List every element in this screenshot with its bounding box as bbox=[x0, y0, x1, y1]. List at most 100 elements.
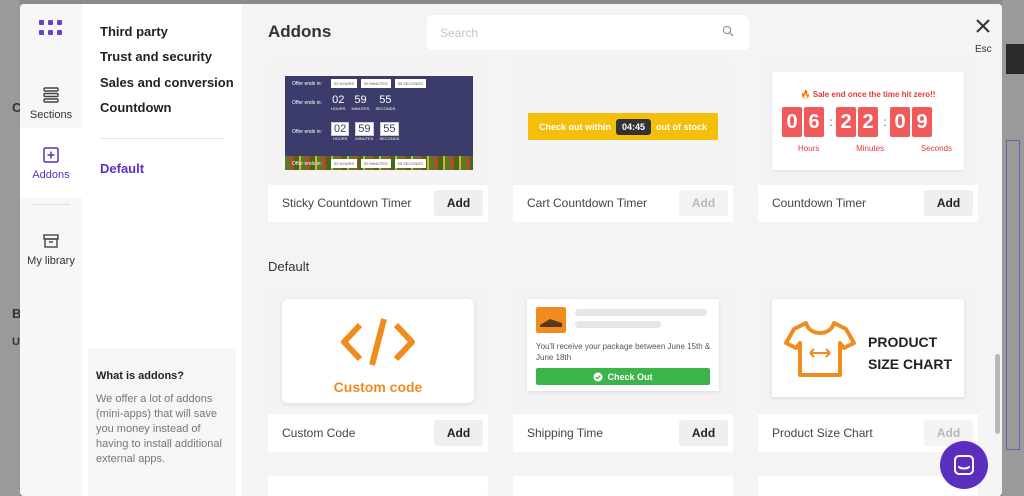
category-panel: Third party Trust and security Sales and… bbox=[82, 4, 242, 496]
category-default[interactable]: Default bbox=[100, 161, 144, 176]
addon-card: 🔥 Sale end once the time hit zero!! 0 6 … bbox=[758, 60, 978, 222]
countdown-preview: 🔥 Sale end once the time hit zero!! 0 6 … bbox=[772, 72, 964, 170]
addon-card bbox=[268, 476, 488, 496]
sticky-chip: 02 HOURS bbox=[331, 159, 358, 168]
checkout-label: Check Out bbox=[607, 371, 653, 382]
add-button[interactable]: Add bbox=[434, 420, 483, 446]
addons-info-box: What is addons? We offer a lot of addons… bbox=[88, 348, 236, 496]
sticky-unit: HOURS bbox=[332, 136, 348, 141]
sticky-chip: 55 SECONDS bbox=[394, 159, 426, 168]
tshirt-icon bbox=[784, 321, 856, 377]
category-sales-and-conversion[interactable]: Sales and conversion bbox=[100, 75, 234, 90]
apps-grid-icon[interactable] bbox=[39, 20, 63, 36]
addons-modal: Sections Addons My library Third party T… bbox=[20, 4, 1002, 496]
category-divider bbox=[100, 138, 224, 139]
background-page-left: C B U bbox=[0, 0, 21, 496]
card-title: Product Size Chart bbox=[772, 426, 873, 440]
card-preview: PRODUCT SIZE CHART bbox=[758, 287, 978, 414]
rail-item-label: My library bbox=[27, 254, 75, 267]
sticky-countdown-preview: Offer ends in: 02 HOURS 59 MINUTES 55 SE… bbox=[285, 76, 473, 170]
size-chart-line: PRODUCT bbox=[868, 334, 938, 350]
sticky-chip: 02 HOURS bbox=[331, 79, 358, 88]
product-thumbnail bbox=[536, 307, 566, 333]
card-preview: Check out within 04:45 out of stock bbox=[513, 60, 733, 185]
countdown-digit: 6 bbox=[804, 107, 824, 137]
checkout-preview-button: Check Out bbox=[536, 368, 710, 385]
rail-item-addons[interactable]: Addons bbox=[20, 128, 82, 198]
addon-card bbox=[513, 476, 733, 496]
countdown-digit: 2 bbox=[858, 107, 878, 137]
section-heading-default: Default bbox=[268, 259, 310, 274]
addon-card: Offer ends in: 02 HOURS 59 MINUTES 55 SE… bbox=[268, 60, 488, 222]
sticky-unit: SECONDS bbox=[375, 106, 396, 111]
category-trust-and-security[interactable]: Trust and security bbox=[100, 49, 212, 64]
addon-card: You'll receive your package between June… bbox=[513, 287, 733, 452]
custom-code-label: Custom code bbox=[333, 379, 423, 395]
card-title: Cart Countdown Timer bbox=[527, 196, 648, 210]
add-button[interactable]: Add bbox=[434, 190, 483, 216]
close-icon[interactable] bbox=[972, 15, 994, 37]
cart-timer-preview: Check out within 04:45 out of stock bbox=[528, 113, 718, 140]
card-title: Countdown Timer bbox=[772, 196, 867, 210]
countdown-digits: 0 6 : 2 2 : 0 9 bbox=[782, 107, 934, 137]
sticky-minutes: 59 bbox=[354, 94, 367, 106]
sticky-seconds: 55 bbox=[379, 94, 392, 106]
background-fragment: U bbox=[12, 336, 20, 348]
sticky-row: Offer ends in: 02 HOURS 59 MINUTES 55 SE… bbox=[285, 79, 473, 88]
info-title: What is addons? bbox=[96, 370, 184, 382]
rail-divider bbox=[32, 204, 70, 205]
chat-button[interactable] bbox=[940, 441, 988, 489]
category-countdown[interactable]: Countdown bbox=[100, 100, 171, 115]
addon-card: PRODUCT SIZE CHART Product Size Chart Ad… bbox=[758, 287, 978, 452]
placeholder-line bbox=[575, 321, 661, 328]
countdown-digit: 2 bbox=[836, 107, 856, 137]
scrollbar-thumb[interactable] bbox=[995, 354, 1000, 434]
sticky-offer-label: Offer ends in: bbox=[292, 99, 322, 106]
category-third-party[interactable]: Third party bbox=[100, 24, 168, 39]
sticky-hours: 02 bbox=[331, 122, 350, 136]
sticky-row: Offer ends in: 02 HOURS 59 MINUTES 55 SECON… bbox=[285, 94, 473, 111]
card-preview: 🔥 Sale end once the time hit zero!! 0 6 … bbox=[758, 60, 978, 185]
rail-item-my-library[interactable]: My library bbox=[20, 214, 82, 284]
search-input[interactable] bbox=[427, 15, 749, 50]
sections-icon bbox=[43, 86, 59, 103]
countdown-headline: 🔥 Sale end once the time hit zero!! bbox=[772, 90, 964, 99]
sticky-seconds: 55 bbox=[379, 122, 400, 136]
countdown-headline-text: Sale end once the time hit zero!! bbox=[812, 90, 936, 99]
background-page-right bbox=[1002, 0, 1024, 496]
addons-icon bbox=[43, 146, 59, 163]
code-brackets-icon bbox=[341, 318, 415, 366]
icon-rail: Sections Addons My library bbox=[20, 4, 82, 496]
card-title: Sticky Countdown Timer bbox=[282, 196, 412, 210]
shipping-time-preview: You'll receive your package between June… bbox=[527, 299, 719, 391]
shipping-text: You'll receive your package between June… bbox=[536, 342, 711, 362]
countdown-units: Hours Minutes Seconds bbox=[782, 144, 958, 153]
sticky-unit: MINUTES bbox=[351, 106, 370, 111]
card-title: Custom Code bbox=[282, 426, 356, 440]
countdown-unit: Hours bbox=[798, 144, 820, 153]
countdown-separator: : bbox=[883, 115, 887, 129]
card-preview: Offer ends in: 02 HOURS 59 MINUTES 55 SE… bbox=[268, 60, 488, 185]
sticky-big-timer: 02 HOURS 59 MINUTES 55 SECONDS bbox=[331, 94, 395, 111]
sticky-offer-label: Offer ends in: bbox=[292, 80, 322, 87]
esc-hint: Esc bbox=[975, 44, 992, 55]
cart-time: 04:45 bbox=[615, 118, 652, 135]
add-button[interactable]: Add bbox=[924, 190, 973, 216]
card-title: Shipping Time bbox=[527, 426, 604, 440]
sticky-unit: SECONDS bbox=[379, 136, 400, 141]
library-icon bbox=[43, 233, 59, 248]
countdown-unit: Seconds bbox=[920, 144, 952, 153]
size-chart-preview: PRODUCT SIZE CHART bbox=[772, 299, 964, 397]
sticky-minutes: 59 bbox=[355, 122, 374, 136]
countdown-separator: : bbox=[829, 115, 833, 129]
fire-icon: 🔥 bbox=[800, 90, 813, 99]
check-circle-icon bbox=[593, 372, 603, 381]
add-button[interactable]: Add bbox=[679, 190, 728, 216]
sticky-boxed-timer: 02 HOURS 59 MINUTES 55 SECONDS bbox=[331, 122, 400, 141]
chat-icon bbox=[954, 455, 974, 475]
add-button[interactable]: Add bbox=[679, 420, 728, 446]
countdown-unit: Minutes bbox=[856, 144, 885, 153]
search-icon bbox=[722, 25, 734, 37]
sticky-unit: HOURS bbox=[331, 106, 346, 111]
page-title: Addons bbox=[268, 22, 332, 41]
